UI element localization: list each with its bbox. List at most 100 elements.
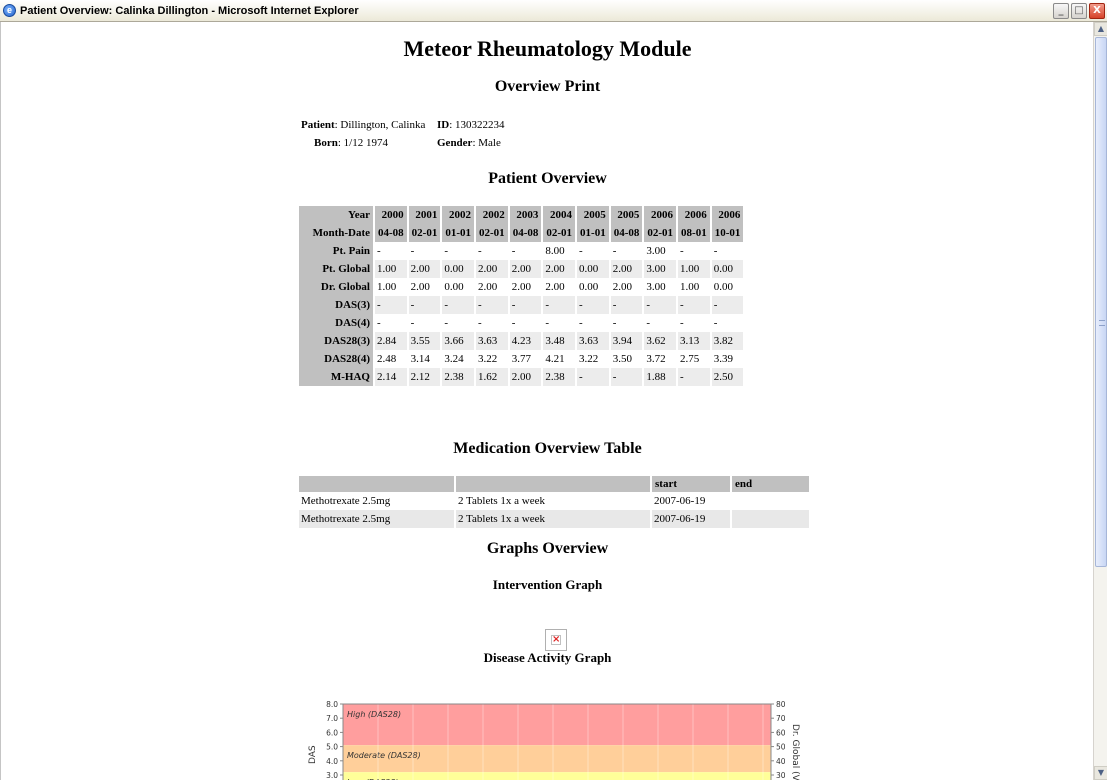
table-row: Pt. Global 1.00 2.00 0.00 2.00 2.00 2.00 0.00 2.… [299,260,744,278]
table-cell: 2.00 [608,278,643,296]
table-cell [732,510,811,528]
table-cell: 3.14 [406,350,441,368]
table-cell: 2.75 [676,350,710,368]
row-label: DAS(4) [299,314,373,332]
table-cell: - [373,314,407,332]
table-cell: Methotrexate 2.5mg [299,510,456,528]
table-cell: 2.00 [406,278,441,296]
table-cell: - [608,368,643,386]
table-cell: - [575,368,609,386]
table-cell: 2.14 [373,368,407,386]
row-label: M-HAQ [299,368,373,386]
table-cell: 3.63 [474,332,508,350]
table-cell: 2.00 [507,368,542,386]
column-header: 2006 [676,206,710,224]
table-cell: - [474,314,508,332]
table-cell: 3.00 [642,278,676,296]
broken-image-icon: × [545,629,567,651]
table-cell: 2.38 [440,368,475,386]
chart-band [343,704,771,746]
table-cell: - [474,296,508,314]
table-cell: 1.00 [676,278,710,296]
row-label: Dr. Global [299,278,373,296]
chart-band-label: Moderate (DAS28) [347,751,421,760]
scroll-down-arrow-icon[interactable]: ▼ [1094,766,1107,780]
column-header: 02-01 [642,224,677,242]
table-cell: 1.00 [373,278,407,296]
table-row: Dr. Global 1.00 2.00 0.00 2.00 2.00 2.00 0.00 2.… [299,278,743,296]
table-cell: - [507,242,542,260]
chart-y2-tick-label: 30 [776,771,786,780]
graphs-heading: Graphs Overview [486,540,609,557]
patient-overview-heading: Patient Overview [488,170,607,187]
table-cell: 2.48 [373,350,407,368]
table-cell: 3.62 [642,332,677,350]
column-header: 08-01 [676,224,710,242]
medication-col-dose [456,476,652,492]
table-cell: 2007-06-19 [652,492,732,510]
table-cell: - [709,242,744,260]
chart-y-tick-label: 3.0 [326,771,338,780]
table-cell: - [608,242,643,260]
chart-y-tick-label: 7.0 [326,714,338,723]
table-cell: 2 Tablets 1x a week [456,492,652,510]
table-cell: 0.00 [575,278,609,296]
chart-y2-tick-label: 40 [776,757,786,766]
table-cell: 2.00 [406,260,441,278]
column-header: 02-01 [406,224,441,242]
column-header: 01-01 [575,224,609,242]
table-cell: 3.77 [507,350,542,368]
table-cell: 8.00 [541,242,575,260]
scroll-up-arrow-icon[interactable]: ▲ [1094,22,1107,36]
table-cell: - [474,242,508,260]
table-cell: 3.22 [575,350,609,368]
table-cell: - [373,296,407,314]
vertical-scrollbar[interactable]: ▲ ▼ [1093,22,1107,780]
scrollbar-thumb[interactable] [1095,37,1107,567]
column-header: 2006 [642,206,677,224]
medication-col-start: start [652,476,732,492]
maximize-button[interactable]: □ [1071,2,1087,19]
ie-icon: e [3,4,16,17]
row-label: DAS28(3) [299,332,373,350]
table-row: M-HAQ 2.14 2.12 2.38 1.62 2.00 2.38- -1.88-2.50 [299,368,744,386]
column-header: 2005 [575,206,609,224]
table-cell: 3.48 [541,332,576,350]
table-cell: 2007-06-19 [652,510,732,528]
table-cell: 4.23 [507,332,542,350]
patient-info: Patient: Dillington, Calinka ID: 1303222… [301,119,505,149]
table-cell: 2 Tablets 1x a week [456,510,652,528]
chart-y-tick-label: 8.0 [326,700,338,709]
column-header: 10-01 [709,224,744,242]
table-cell: 3.50 [608,350,643,368]
medication-col-name [299,476,456,492]
column-header: 2004 [541,206,576,224]
chart-y-tick-label: 4.0 [326,757,338,766]
column-header: 2000 [373,206,407,224]
gender-label: Gender [437,137,473,149]
table-cell: - [541,296,576,314]
chart-y-axis-label: DAS [308,745,318,764]
column-header: 04-08 [507,224,542,242]
column-header: 02-01 [474,224,508,242]
window-titlebar: e Patient Overview: Calinka Dillington -… [0,0,1107,22]
table-cell: 3.94 [608,332,643,350]
table-cell: 3.24 [440,350,474,368]
table-cell: - [507,314,542,332]
column-header: 2003 [507,206,542,224]
chart-y2-tick-label: 50 [776,743,786,752]
medication-heading: Medication Overview Table [453,440,642,457]
row-label: Year [299,206,373,224]
table-cell: 3.13 [676,332,710,350]
table-cell: - [440,296,475,314]
chart-y2-tick-label: 60 [776,728,786,737]
chart-band [343,772,771,780]
chart-y2-axis-label: Dr. Global (VAS) [790,724,800,780]
close-button[interactable]: X [1089,2,1105,19]
table-cell: - [575,242,609,260]
column-header: 2002 [474,206,508,224]
table-cell: 0.00 [709,278,744,296]
minimize-button[interactable]: _ [1053,2,1069,19]
column-header: 01-01 [440,224,475,242]
page-content: Meteor Rheumatology Module Overview Prin… [1,22,1093,780]
